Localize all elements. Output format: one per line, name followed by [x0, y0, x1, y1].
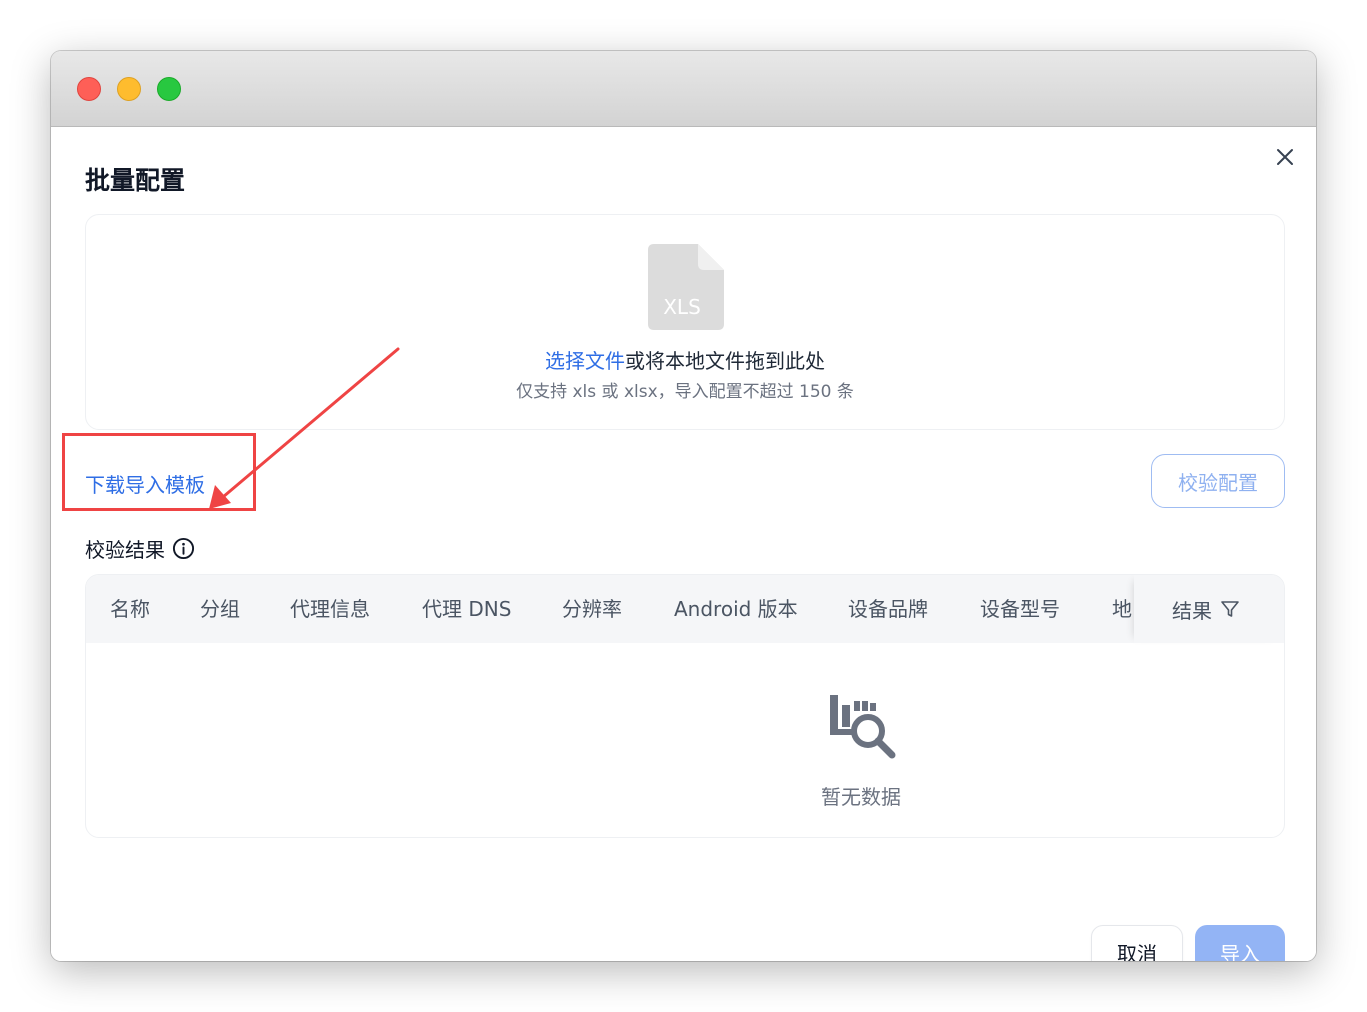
info-icon[interactable]: [172, 537, 195, 560]
verify-result-label: 校验结果: [85, 534, 195, 563]
verify-result-table: 名称 分组 代理信息 代理 DNS 分辨率 Android 版本 设备品牌 设备…: [85, 574, 1285, 838]
upload-instruction: 选择文件或将本地文件拖到此处: [86, 345, 1284, 374]
select-file-link[interactable]: 选择文件: [545, 349, 625, 373]
column-header-device-brand: 设备品牌: [848, 597, 928, 621]
import-button[interactable]: 导入: [1195, 925, 1285, 961]
column-header-resolution: 分辨率: [562, 597, 622, 621]
window-titlebar: [51, 51, 1316, 127]
minimize-window-button[interactable]: [117, 77, 141, 101]
column-header-group: 分组: [200, 597, 240, 621]
drag-text: 或将本地文件拖到此处: [625, 349, 825, 373]
column-header-result: 结果: [1134, 575, 1284, 643]
column-header-device-model: 设备型号: [980, 597, 1060, 621]
empty-data-text: 暂无数据: [821, 785, 901, 809]
upload-hint: 仅支持 xls 或 xlsx，导入配置不超过 150 条: [516, 382, 854, 402]
close-window-button[interactable]: [77, 77, 101, 101]
column-header-proxy-info: 代理信息: [290, 597, 370, 621]
xls-badge-text: XLS: [663, 295, 701, 319]
xls-file-icon: XLS: [648, 244, 724, 330]
empty-data-icon: [830, 695, 896, 759]
verify-config-button[interactable]: 校验配置: [1151, 454, 1285, 508]
close-dialog-button[interactable]: [1273, 145, 1297, 169]
zoom-window-button[interactable]: [157, 77, 181, 101]
verify-result-text: 校验结果: [85, 538, 165, 562]
close-icon: [1277, 149, 1293, 165]
column-header-proxy-dns: 代理 DNS: [422, 597, 512, 621]
column-header-android-version: Android 版本: [674, 597, 798, 621]
column-header-location: 地: [1112, 597, 1132, 621]
dialog-title: 批量配置: [85, 166, 186, 195]
batch-config-dialog: 批量配置 XLS 选择文件或将本地文件拖到此处 仅支持 xls 或 xlsx，导…: [51, 127, 1316, 961]
column-header-name: 名称: [110, 597, 150, 621]
upload-dropzone[interactable]: XLS 选择文件或将本地文件拖到此处 仅支持 xls 或 xlsx，导入配置不超…: [85, 214, 1285, 430]
cancel-button[interactable]: 取消: [1091, 925, 1183, 961]
filter-icon[interactable]: [1220, 599, 1240, 619]
column-header-result-label: 结果: [1172, 598, 1212, 623]
app-window: 批量配置 XLS 选择文件或将本地文件拖到此处 仅支持 xls 或 xlsx，导…: [51, 51, 1316, 961]
annotation-highlight-box: [62, 433, 256, 511]
table-header: 名称 分组 代理信息 代理 DNS 分辨率 Android 版本 设备品牌 设备…: [86, 575, 1284, 643]
